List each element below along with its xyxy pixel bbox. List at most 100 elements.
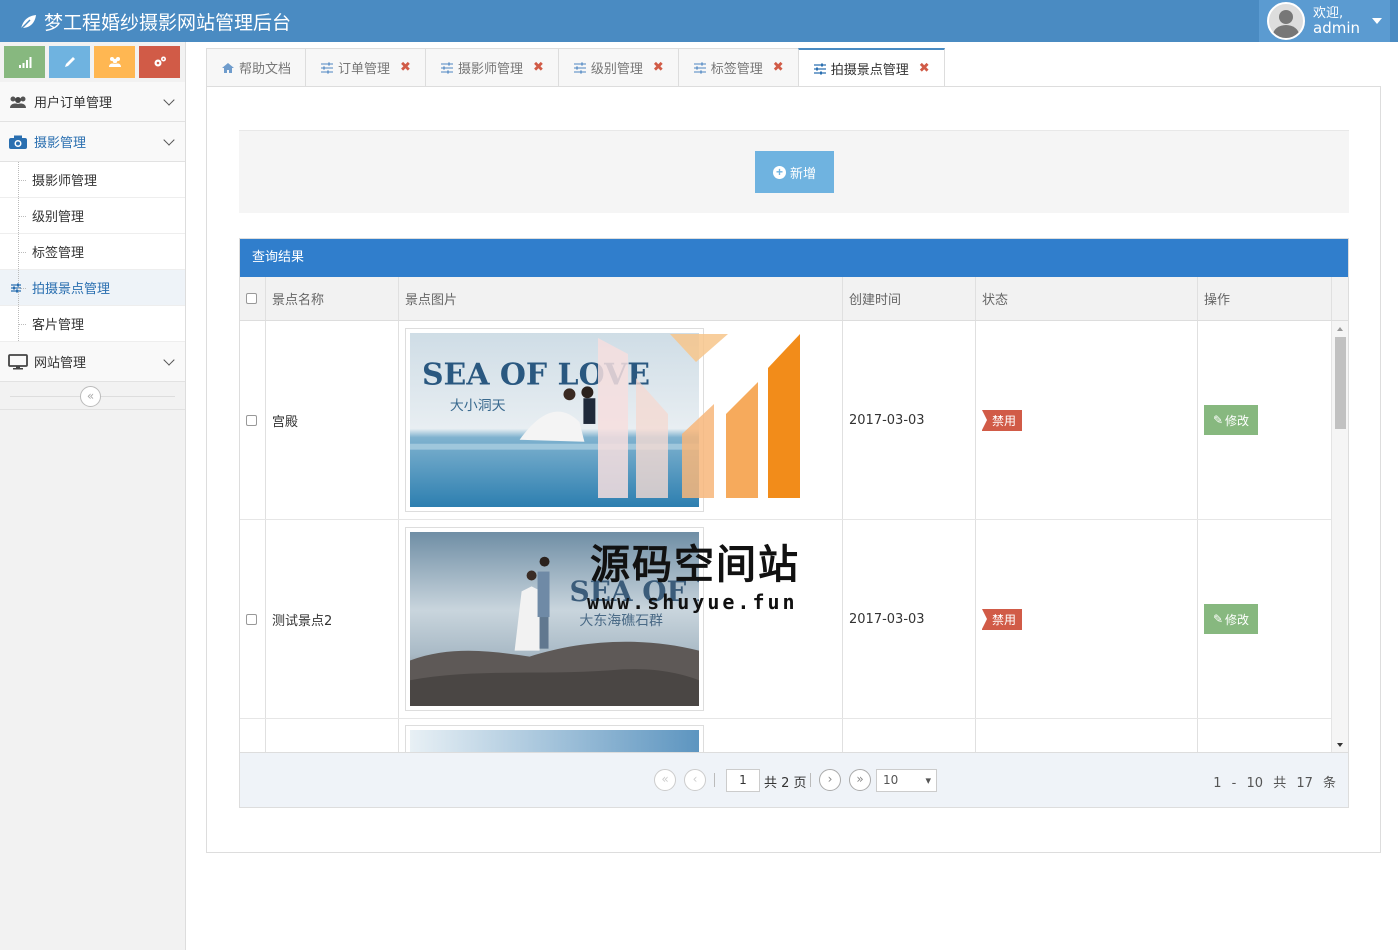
photo-subtitle: 大东海礁石群 (579, 613, 663, 629)
first-page-button[interactable]: « (654, 769, 676, 791)
sidebar-collapse-button[interactable]: « (80, 386, 101, 407)
signal-icon (18, 57, 31, 68)
close-icon[interactable]: ✖ (653, 60, 664, 75)
scroll-up-icon[interactable] (1337, 327, 1343, 331)
add-button[interactable]: + 新增 (755, 151, 834, 193)
next-page-button[interactable]: › (819, 769, 841, 791)
grid-header: 景点名称 景点图片 创建时间 状态 操作 (240, 277, 1348, 321)
camera-icon (9, 135, 27, 149)
tab-locations[interactable]: 拍摄景点管理 ✖ (797, 48, 945, 87)
tab-label: 级别管理 (590, 62, 643, 77)
sidebar-group-label: 用户订单管理 (34, 96, 113, 111)
row-checkbox[interactable] (246, 613, 257, 625)
user-menu[interactable]: 欢迎, admin (1259, 0, 1390, 42)
select-all-cell (240, 277, 266, 320)
column-header[interactable]: 景点名称 (266, 277, 399, 320)
watermark-text: 源码空间站 (590, 542, 800, 588)
tab-photographers[interactable]: 摄影师管理 ✖ (424, 48, 559, 86)
location-name: 测试景点2 (266, 520, 399, 718)
location-photo (405, 725, 704, 753)
pager-divider (714, 773, 715, 787)
status-cell: 禁用 (976, 321, 1198, 519)
desktop-icon (8, 353, 28, 369)
last-page-button[interactable]: » (849, 769, 871, 791)
table-row[interactable] (240, 719, 1332, 753)
row-select-cell (240, 321, 266, 519)
column-header[interactable]: 状态 (976, 277, 1198, 320)
sidebar-item-photographers[interactable]: 摄影师管理 (0, 162, 185, 198)
edit-icon: ✎ (1212, 612, 1224, 626)
tab-help[interactable]: 帮助文档 (206, 48, 307, 86)
created-date: 2017-03-03 (843, 321, 976, 519)
plus-circle-icon: + (772, 165, 786, 179)
sidebar-item-label: 摄影师管理 (32, 174, 98, 189)
pager-divider (810, 773, 811, 787)
sidebar-item-client-photos[interactable]: 客片管理 (0, 306, 185, 342)
grid-scrollbar[interactable] (1331, 321, 1348, 753)
shortcut-signal-button[interactable] (4, 46, 45, 78)
sidebar-item-locations[interactable]: 拍摄景点管理 (0, 270, 185, 306)
created-date (843, 719, 976, 753)
sidebar-item-tags[interactable]: 标签管理 (0, 234, 185, 270)
column-header[interactable]: 景点图片 (399, 277, 843, 320)
sidebar-group-orders[interactable]: 用户订单管理 (0, 82, 185, 122)
column-header[interactable]: 操作 (1198, 277, 1332, 320)
prev-page-button[interactable]: ‹ (684, 769, 706, 791)
row-checkbox[interactable] (246, 414, 257, 426)
location-name: 宫殿 (266, 321, 399, 519)
result-grid: 查询结果 景点名称 景点图片 创建时间 状态 操作 宫殿 SEA OF LOVE… (239, 238, 1349, 808)
watermark-logo (598, 334, 800, 498)
sidebar-group-label: 摄影管理 (34, 136, 87, 151)
row-select-cell (240, 520, 266, 718)
created-date: 2017-03-03 (843, 520, 976, 718)
scroll-thumb[interactable] (1335, 337, 1346, 429)
edit-button[interactable]: ✎ 修改 (1204, 604, 1258, 634)
chevron-down-icon (163, 94, 175, 106)
sidebar-item-label: 级别管理 (32, 210, 85, 225)
edit-button[interactable]: ✎ 修改 (1204, 405, 1258, 435)
action-toolbar: + 新增 (239, 130, 1349, 213)
sliders-icon (693, 62, 706, 73)
close-icon[interactable]: ✖ (773, 60, 784, 75)
users-icon (10, 96, 26, 108)
action-cell: ✎ 修改 (1198, 520, 1332, 718)
photo-subtitle: 大小洞天 (450, 398, 506, 414)
close-icon[interactable]: ✖ (533, 60, 544, 75)
close-icon[interactable]: ✖ (400, 60, 411, 75)
leaf-icon (19, 14, 36, 31)
tab-orders[interactable]: 订单管理 ✖ (305, 48, 426, 86)
page-number-input[interactable]: 1 (726, 769, 760, 792)
sliders-icon (573, 62, 586, 73)
shortcut-pencil-button[interactable] (49, 46, 90, 78)
sliders-icon (11, 283, 21, 293)
shortcut-cogs-button[interactable] (139, 46, 180, 78)
sliders-icon (321, 62, 334, 73)
user-name: admin (1313, 19, 1360, 37)
row-select-cell (240, 719, 266, 753)
page-size-select[interactable]: 10 (876, 769, 937, 792)
pagination-bar: « ‹ 1 共 2 页 › » 10 1 - 10 共 17 条 (240, 752, 1348, 807)
location-image-cell (399, 719, 843, 753)
select-all-checkbox[interactable] (246, 293, 257, 304)
sidebar-group-photography[interactable]: 摄影管理 (0, 122, 185, 162)
location-photo-image (410, 730, 699, 753)
sidebar-item-levels[interactable]: 级别管理 (0, 198, 185, 234)
brand[interactable]: 梦工程婚纱摄影网站管理后台 (18, 8, 291, 35)
tab-tags[interactable]: 标签管理 ✖ (677, 48, 799, 86)
sidebar-collapse-row: « (0, 382, 185, 410)
tab-levels[interactable]: 级别管理 ✖ (557, 48, 679, 86)
sidebar: 用户订单管理 摄影管理 摄影师管理 级别管理 标签管理 拍摄景点管理 客片管理 … (0, 42, 186, 950)
tab-label: 摄影师管理 (457, 62, 523, 77)
shortcut-users-button[interactable] (94, 46, 135, 78)
column-header[interactable]: 创建时间 (843, 277, 976, 320)
pencil-icon (64, 57, 75, 67)
location-name (266, 719, 399, 753)
close-icon[interactable]: ✖ (919, 61, 930, 76)
tab-label: 拍摄景点管理 (830, 63, 909, 78)
top-navbar: 梦工程婚纱摄影网站管理后台 欢迎, admin (0, 0, 1398, 42)
status-badge: 禁用 (982, 608, 1023, 630)
app-title: 梦工程婚纱摄影网站管理后台 (44, 12, 292, 34)
sidebar-group-website[interactable]: 网站管理 (0, 342, 185, 382)
scroll-down-icon[interactable] (1337, 743, 1343, 747)
tab-label: 订单管理 (338, 62, 391, 77)
